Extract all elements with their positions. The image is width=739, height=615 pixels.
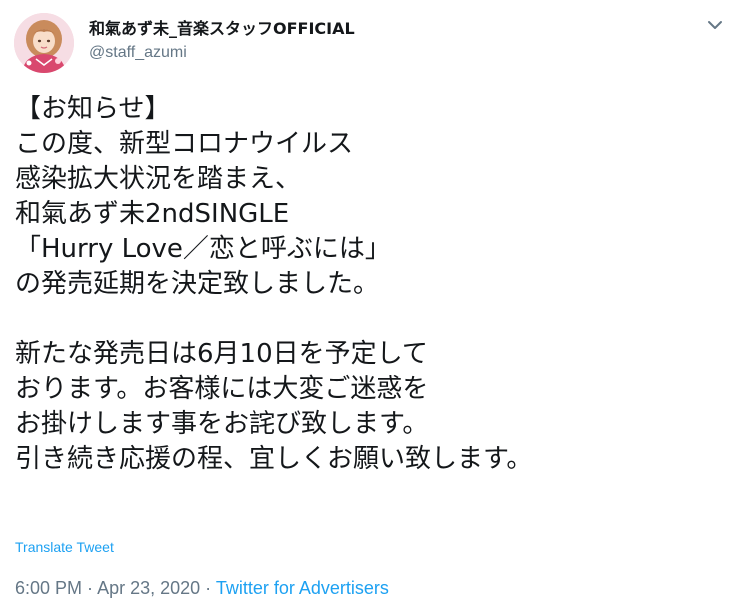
meta-separator: · <box>200 578 216 598</box>
tweet-card: 和氣あず未_音楽スタッフOFFICIAL @staff_azumi 【お知らせ】… <box>0 0 739 615</box>
display-name[interactable]: 和氣あず未_音楽スタッフOFFICIAL <box>89 18 355 40</box>
tweet-text: 【お知らせ】 この度、新型コロナウイルス 感染拡大状況を踏まえ、 和氣あず未2n… <box>15 94 533 474</box>
tweet-time[interactable]: 6:00 PM <box>15 578 82 598</box>
user-handle[interactable]: @staff_azumi <box>89 43 187 63</box>
tweet-metadata: 6:00 PM · Apr 23, 2020 · Twitter for Adv… <box>15 577 389 599</box>
translate-tweet-link[interactable]: Translate Tweet <box>15 538 114 556</box>
avatar[interactable] <box>14 13 74 73</box>
tweet-source-link[interactable]: Twitter for Advertisers <box>216 578 389 598</box>
chevron-down-icon[interactable] <box>704 14 726 36</box>
avatar-image <box>14 13 74 73</box>
meta-separator: · <box>82 578 98 598</box>
tweet-date[interactable]: Apr 23, 2020 <box>97 578 200 598</box>
